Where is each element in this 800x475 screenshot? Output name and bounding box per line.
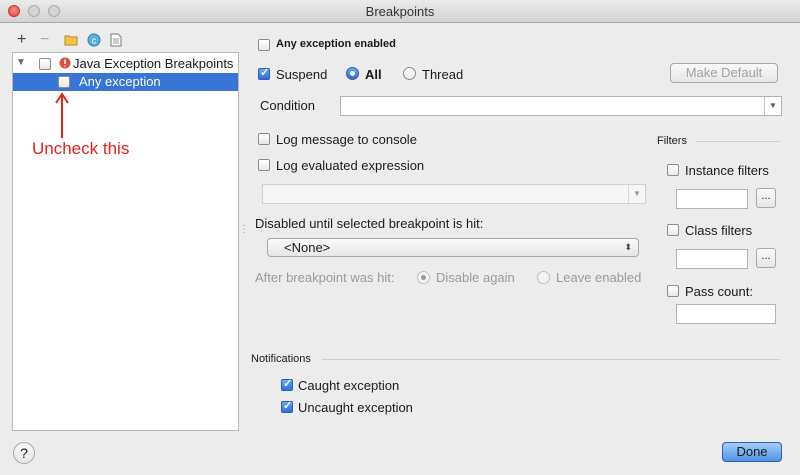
window-title: Breakpoints [365, 4, 435, 19]
dependent-breakpoint-value: <None> [284, 240, 331, 255]
pass-count-label: Pass count: [685, 284, 753, 299]
tree-item-label: Any exception [79, 74, 161, 89]
caught-exception-label: Caught exception [298, 378, 400, 393]
uncaught-exception-label: Uncaught exception [298, 400, 413, 415]
notifications-divider [322, 359, 780, 360]
expression-dropdown-arrow-icon[interactable]: ▼ [628, 185, 645, 203]
after-hit-label: After breakpoint was hit: [255, 270, 395, 285]
tree-group-row[interactable]: ▼ Java Exception Breakpoints [13, 55, 238, 73]
exception-breakpoint-icon [59, 57, 71, 72]
notifications-title: Notifications [251, 353, 311, 365]
any-exception-checkbox[interactable] [58, 76, 70, 88]
suspend-checkbox[interactable] [258, 66, 270, 80]
condition-input[interactable]: ▼ [340, 96, 782, 116]
disabled-until-label: Disabled until selected breakpoint is hi… [255, 216, 484, 231]
file-icon[interactable] [110, 33, 122, 50]
annotation-text: Uncheck this [32, 139, 130, 158]
filters-title: Filters [657, 135, 687, 147]
make-default-button[interactable]: Make Default [670, 63, 778, 83]
splitter-grip-icon[interactable]: ⋮ [239, 224, 249, 235]
suspend-label: Suspend [276, 67, 328, 82]
leave-enabled-radio[interactable] [537, 271, 550, 284]
add-breakpoint-button[interactable]: + [17, 32, 26, 48]
dependent-breakpoint-select[interactable]: <None> ⬍ [267, 238, 639, 257]
breakpoints-window: Breakpoints + − c ▼ Java Exception Break… [0, 0, 800, 475]
help-button[interactable]: ? [13, 442, 35, 464]
any-exception-enabled-label: Any exception enabled [276, 38, 396, 50]
class-filters-browse-button[interactable]: ... [756, 248, 776, 268]
instance-filters-browse-button[interactable]: ... [756, 188, 776, 208]
log-expression-checkbox[interactable] [258, 159, 270, 171]
class-filters-input[interactable] [676, 249, 748, 269]
log-message-checkbox[interactable] [258, 133, 270, 145]
suspend-all-radio[interactable] [346, 67, 359, 80]
instance-filters-checkbox[interactable] [667, 164, 679, 176]
class-filters-checkbox[interactable] [667, 224, 679, 236]
remove-breakpoint-button[interactable]: − [40, 32, 49, 48]
breakpoint-tree: ▼ Java Exception Breakpoints Any excepti… [12, 52, 239, 431]
pass-count-checkbox[interactable] [667, 285, 679, 297]
condition-label: Condition [260, 98, 315, 113]
leave-enabled-label: Leave enabled [556, 270, 642, 285]
disable-again-radio[interactable] [417, 271, 430, 284]
title-bar: Breakpoints [0, 0, 800, 23]
class-filters-label: Class filters [685, 223, 753, 238]
log-expression-input[interactable]: ▼ [262, 184, 646, 204]
tree-item-row[interactable]: Any exception [13, 73, 238, 91]
condition-dropdown-arrow-icon[interactable]: ▼ [764, 97, 781, 115]
disclosure-triangle-icon[interactable]: ▼ [16, 57, 26, 68]
disable-again-label: Disable again [436, 270, 515, 285]
caught-exception-checkbox[interactable] [281, 377, 293, 391]
instance-filters-input[interactable] [676, 189, 748, 209]
instance-filters-label: Instance filters [685, 163, 769, 178]
log-expression-label: Log evaluated expression [276, 158, 425, 173]
suspend-all-label: All [365, 67, 382, 82]
svg-text:c: c [92, 36, 97, 46]
group-checkbox[interactable] [39, 58, 51, 70]
done-button[interactable]: Done [722, 442, 782, 462]
select-stepper-icon: ⬍ [624, 242, 632, 252]
pass-count-input[interactable] [676, 304, 776, 324]
suspend-thread-radio[interactable] [403, 67, 416, 80]
filters-divider [696, 141, 780, 142]
any-exception-enabled-checkbox[interactable] [258, 39, 270, 51]
uncaught-exception-checkbox[interactable] [281, 399, 293, 413]
annotation-arrow-icon [55, 92, 69, 143]
class-icon[interactable]: c [87, 33, 101, 50]
log-message-label: Log message to console [276, 132, 417, 147]
suspend-thread-label: Thread [422, 67, 464, 82]
tree-group-label: Java Exception Breakpoints [73, 56, 234, 71]
group-folder-icon[interactable] [64, 34, 78, 49]
